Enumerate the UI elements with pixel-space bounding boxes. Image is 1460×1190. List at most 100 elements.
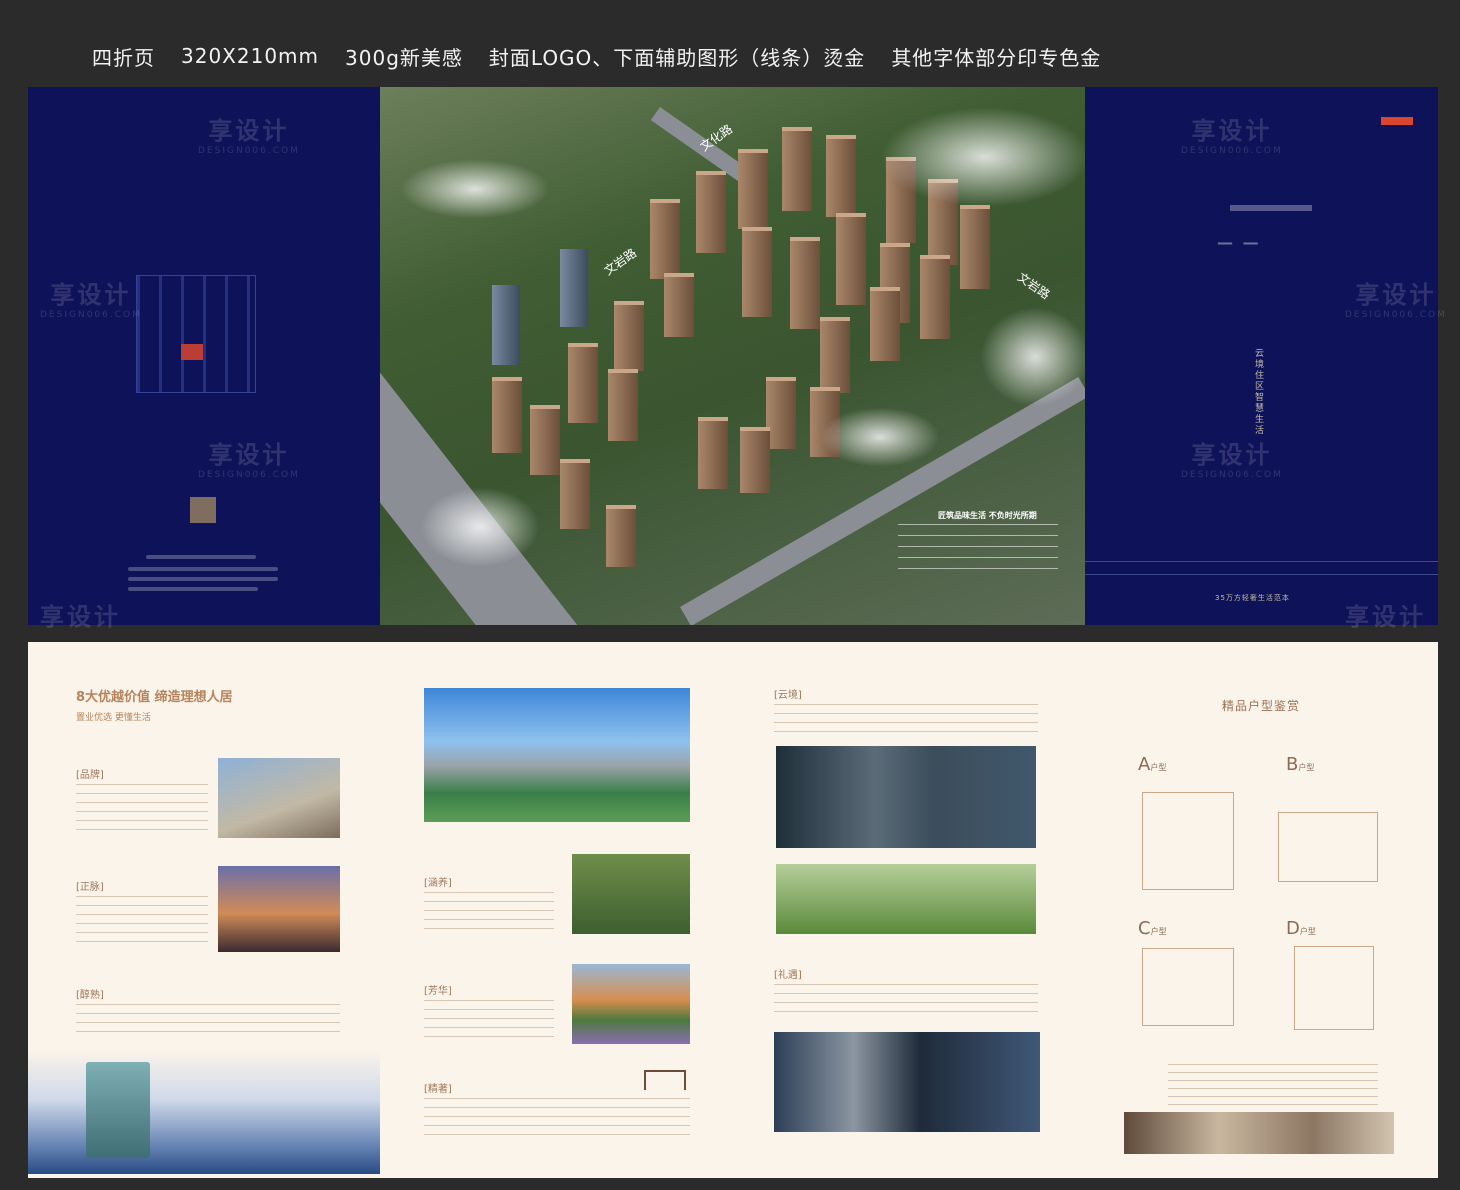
garden-photo [572, 964, 690, 1044]
watermark: 享设计 DESIGN006.COM [198, 441, 300, 480]
residential-tower [664, 273, 694, 337]
foil-spec: 封面LOGO、下面辅助图形（线条）烫金 [488, 45, 866, 70]
section-body [424, 892, 554, 936]
contact-line [128, 567, 278, 571]
family-photo [776, 864, 1036, 934]
security-photo [774, 1032, 1040, 1132]
project-marker [181, 344, 203, 360]
contact-line [128, 587, 258, 591]
residential-tower [790, 237, 820, 329]
floorplan-note [1168, 1064, 1378, 1108]
community-photo [424, 688, 690, 822]
section-heading: [品牌] [76, 770, 104, 781]
city-photo [218, 758, 340, 838]
watermark: 享设计 DESIGN006.COM [1345, 281, 1447, 320]
section-heading: [醇熟] [76, 990, 104, 1001]
section-heading: [芳华] [424, 986, 452, 997]
cloud [400, 159, 550, 219]
cloud [820, 407, 940, 467]
spot-spec: 其他字体部分印专色金 [891, 45, 1102, 70]
floorplan-c [1142, 948, 1234, 1026]
cover-vertical-text: 云境住区 智慧生活 [1255, 349, 1265, 436]
residential-tower [530, 405, 560, 475]
floorplan-title: 精品户型鉴赏 [1222, 699, 1301, 713]
section-body [774, 984, 1038, 1014]
project-name: — — [1217, 233, 1261, 252]
location-map [136, 275, 256, 393]
residential-tower [820, 317, 850, 393]
spec-header: 四折页 320X210mm 300g新美感 封面LOGO、下面辅助图形（线条）烫… [92, 40, 1101, 72]
floorplan-label: C户型 [1138, 918, 1167, 939]
project-logo [1230, 205, 1312, 211]
floorplan-b [1278, 812, 1378, 882]
residential-tower [698, 417, 728, 489]
gold-line-pattern [1085, 561, 1438, 575]
watermark: 享设计 DESIGN006.COM [1181, 117, 1283, 156]
cloud [420, 487, 540, 567]
smart-home-photo [776, 746, 1036, 848]
residential-tower [960, 205, 990, 289]
watermark: 享设计 DESIGN006.COM [40, 281, 142, 320]
back-panel: 享设计 DESIGN006.COM 享设计 DESIGN006.COM 享设计 DES… [28, 87, 380, 629]
mountain-illustration [28, 1050, 380, 1174]
floorplan-label: D户型 [1286, 918, 1316, 939]
size-spec: 320X210mm [181, 44, 320, 68]
section-body [76, 896, 208, 946]
section-body [774, 704, 1038, 734]
section-body [424, 1098, 690, 1138]
residential-tower [492, 377, 522, 453]
residential-tower [650, 199, 680, 279]
road-label: 文岩路 [601, 245, 640, 278]
glass-tower [492, 285, 520, 365]
residential-tower [608, 369, 638, 441]
residential-tower [836, 213, 866, 305]
section-heading: [涵养] [424, 878, 452, 889]
fold-spec: 四折页 [92, 45, 155, 70]
residential-tower [738, 149, 768, 229]
caption-body [898, 524, 1058, 578]
paper-spec: 300g新美感 [345, 45, 463, 70]
residential-tower [870, 287, 900, 361]
contact-line [146, 555, 256, 559]
outer-spread: 享设计 DESIGN006.COM 享设计 DESIGN006.COM 享设计 DES… [28, 87, 1445, 629]
inner-title: 8大优越价值 缔造理想人居 [76, 690, 233, 705]
brand-mark [1381, 117, 1413, 125]
residential-tower [740, 427, 770, 493]
residential-tower [696, 171, 726, 253]
watermark: 享设计 [40, 603, 121, 631]
residential-tower [560, 459, 590, 529]
floorplan-a [1142, 792, 1234, 890]
section-heading: [正脉] [76, 882, 104, 893]
cloud [880, 107, 1085, 207]
residential-tower [742, 227, 772, 317]
interior-photo [1124, 1112, 1394, 1154]
glass-tower [560, 249, 588, 327]
kids-photo [572, 854, 690, 934]
qr-code [190, 497, 216, 523]
residential-tower [606, 505, 636, 567]
furniture-icon [644, 1070, 686, 1090]
watermark: 享设计 DESIGN006.COM [198, 117, 300, 156]
cloud [980, 307, 1085, 407]
cover-panel: 享设计 DESIGN006.COM — — 享设计 DESIGN006.COM 云境… [1085, 87, 1445, 629]
floorplan-d [1294, 946, 1374, 1030]
section-heading: [精著] [424, 1084, 452, 1095]
residential-tower [782, 127, 812, 211]
aerial-caption: 匠筑品味生活 不负时光所期 [898, 509, 1058, 578]
road-label: 文岩路 [1014, 269, 1053, 302]
floorplan-label: B户型 [1286, 754, 1315, 775]
inner-subtitle: 置业优选 更懂生活 [76, 713, 151, 723]
watermark: 享设计 DESIGN006.COM [1181, 441, 1283, 480]
section-heading: [云境] [774, 690, 802, 701]
residential-tower [568, 343, 598, 423]
floorplan-label: A户型 [1138, 754, 1167, 775]
contact-line [128, 577, 278, 581]
cover-slogan: 35万方轻奢生活范本 [1215, 594, 1290, 602]
residential-tower [766, 377, 796, 449]
section-heading: [礼遇] [774, 970, 802, 981]
bronze-ding-illustration [86, 1062, 150, 1158]
highway-photo [218, 866, 340, 952]
section-body [76, 784, 208, 836]
watermark: 享设计 [1345, 603, 1426, 631]
section-body [424, 1000, 554, 1044]
